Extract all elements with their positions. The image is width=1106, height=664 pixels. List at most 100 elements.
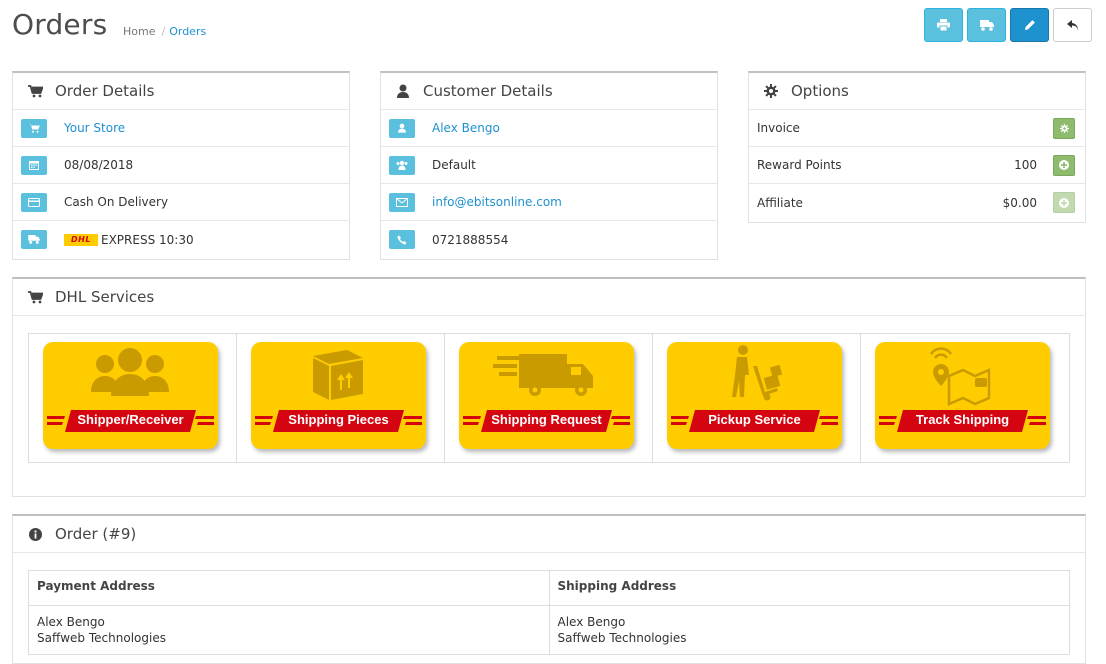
dhl-services-panel: DHL Services Shipper/Receiver Shipping P… <box>12 277 1086 497</box>
dhl-logo: DHL <box>64 233 98 246</box>
breadcrumb-separator: / <box>161 25 166 38</box>
breadcrumb: Home / Orders <box>123 25 206 38</box>
reply-icon <box>1066 19 1078 30</box>
customer-group-row: Default <box>381 147 717 184</box>
service-label: Track Shipping <box>915 412 1010 427</box>
payment-address-line: Alex Bengo <box>37 615 105 629</box>
payment-address-line: Saffweb Technologies <box>37 631 166 645</box>
user-icon <box>395 83 411 99</box>
options-title: Options <box>791 82 849 100</box>
print-icon <box>937 19 950 31</box>
shipping-address-header: Shipping Address <box>548 570 1070 606</box>
breadcrumb-home[interactable]: Home <box>123 25 155 38</box>
options-heading: Options <box>749 73 1085 110</box>
page-title: Orders <box>12 8 108 41</box>
header-actions <box>924 8 1092 42</box>
shipping-method: EXPRESS 10:30 <box>101 232 194 247</box>
shopping-cart-icon <box>27 289 43 305</box>
customer-name-link[interactable]: Alex Bengo <box>432 121 500 135</box>
customer-email-row: info@ebitsonline.com <box>381 184 717 221</box>
payment-method: Cash On Delivery <box>64 195 169 209</box>
service-shipping-request[interactable]: Shipping Request <box>459 342 634 449</box>
user-icon <box>389 118 415 138</box>
payment-address: Alex Bengo Saffweb Technologies <box>28 605 550 655</box>
shipping-address-line: Alex Bengo <box>557 615 626 629</box>
customer-details-panel: Customer Details Alex Bengo Default info… <box>380 71 718 260</box>
invoice-label: Invoice <box>757 121 800 135</box>
options-panel: Options Invoice Reward Points 100 Affili… <box>748 71 1086 223</box>
payment-method-row: Cash On Delivery <box>13 184 349 221</box>
customer-group: Default <box>432 158 476 172</box>
calendar-icon <box>21 155 47 175</box>
shipping-address-line: Saffweb Technologies <box>557 631 687 645</box>
envelope-icon <box>389 192 415 212</box>
service-pickup-service[interactable]: Pickup Service <box>667 342 842 449</box>
generate-invoice-button[interactable] <box>1053 117 1075 139</box>
address-header-row: Payment Address Shipping Address <box>28 570 1070 606</box>
affiliate-label: Affiliate <box>757 195 803 210</box>
truck-icon <box>979 19 994 31</box>
service-cell: Shipping Pieces <box>237 334 445 462</box>
gear-icon <box>763 83 779 99</box>
add-reward-button[interactable] <box>1053 154 1075 176</box>
back-button[interactable] <box>1053 8 1092 42</box>
order-date: 08/08/2018 <box>64 158 134 172</box>
shipping-address: Alex Bengo Saffweb Technologies <box>548 605 1070 655</box>
dhl-services-title: DHL Services <box>55 288 155 306</box>
order-details-heading: Order Details <box>13 73 349 110</box>
date-row: 08/08/2018 <box>13 147 349 184</box>
order-details-title: Order Details <box>55 82 155 100</box>
shopping-cart-icon <box>27 83 43 99</box>
order-panel: Order (#9) Payment Address Shipping Addr… <box>12 514 1086 664</box>
people-icon <box>91 348 169 396</box>
service-cell: Shipper/Receiver <box>29 334 237 462</box>
service-cell: Pickup Service <box>653 334 861 462</box>
store-link[interactable]: Your Store <box>64 121 125 135</box>
customer-phone: 0721888554 <box>432 232 509 247</box>
hand-trolley-icon <box>732 345 783 401</box>
customer-details-heading: Customer Details <box>381 73 717 110</box>
reward-points-label: Reward Points <box>757 158 842 172</box>
invoice-row: Invoice <box>749 110 1085 147</box>
affiliate-row: Affiliate $0.00 <box>749 184 1085 221</box>
service-shipping-pieces[interactable]: Shipping Pieces <box>251 342 426 449</box>
gear-icon <box>1059 123 1069 133</box>
credit-card-icon <box>21 192 47 212</box>
affiliate-value: $0.00 <box>1002 195 1037 210</box>
add-commission-button[interactable] <box>1053 192 1075 213</box>
customer-phone-row: 0721888554 <box>381 221 717 258</box>
service-track-shipping[interactable]: Track Shipping <box>875 342 1050 449</box>
service-label: Shipping Pieces <box>288 412 389 427</box>
dhl-services-heading: DHL Services <box>13 279 1085 316</box>
address-table: Payment Address Shipping Address Alex Be… <box>28 570 1070 655</box>
service-shipper-receiver[interactable]: Shipper/Receiver <box>43 342 218 449</box>
phone-icon <box>389 230 415 249</box>
reward-points-row: Reward Points 100 <box>749 147 1085 184</box>
page-header: Orders Home / Orders <box>12 6 1092 48</box>
service-label: Shipping Request <box>491 412 602 427</box>
print-shipping-button[interactable] <box>967 8 1006 42</box>
pencil-icon <box>1024 20 1035 30</box>
plus-circle-icon <box>1059 197 1069 208</box>
shipping-method-row: DHL EXPRESS 10:30 <box>13 221 349 258</box>
service-cell: Shipping Request <box>445 334 653 462</box>
service-cell: Track Shipping <box>861 334 1069 462</box>
breadcrumb-orders[interactable]: Orders <box>169 25 206 38</box>
payment-address-header: Payment Address <box>28 570 550 606</box>
box-icon <box>313 350 363 400</box>
truck-icon <box>21 230 47 249</box>
map-pin-icon <box>929 347 991 406</box>
edit-order-button[interactable] <box>1010 8 1049 42</box>
customer-details-title: Customer Details <box>423 82 553 100</box>
order-details-panel: Order Details Your Store 08/08/2018 Cash… <box>12 71 350 260</box>
plus-circle-icon <box>1059 160 1069 170</box>
store-row: Your Store <box>13 110 349 147</box>
customer-email-link[interactable]: info@ebitsonline.com <box>432 195 562 209</box>
info-circle-icon <box>27 526 43 542</box>
print-invoice-button[interactable] <box>924 8 963 42</box>
dhl-services-grid: Shipper/Receiver Shipping Pieces Shippin… <box>28 333 1070 463</box>
address-row: Alex Bengo Saffweb Technologies Alex Ben… <box>28 605 1070 655</box>
order-heading: Order (#9) <box>13 516 1085 553</box>
delivery-truck-icon <box>493 354 593 396</box>
reward-points-value: 100 <box>1014 158 1037 172</box>
